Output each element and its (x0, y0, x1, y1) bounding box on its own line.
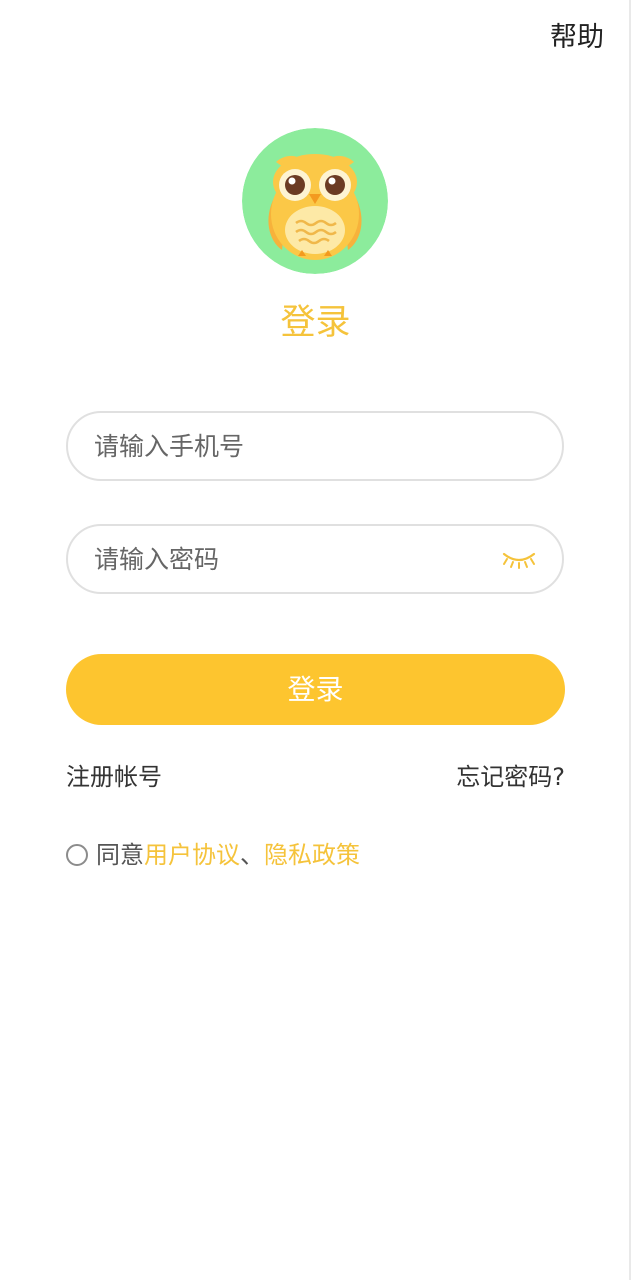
forgot-password-link[interactable]: 忘记密码? (456, 760, 565, 794)
password-field (66, 524, 564, 594)
phone-field (66, 411, 564, 481)
owl-icon (242, 128, 388, 274)
help-link[interactable]: 帮助 (550, 18, 604, 58)
agreement-separator: 、 (240, 841, 264, 869)
page-title: 登录 (280, 303, 351, 343)
agreement-row: 同意 用户协议 、 隐私政策 (66, 838, 360, 872)
privacy-policy-link[interactable]: 隐私政策 (264, 838, 360, 872)
app-logo (242, 128, 388, 274)
register-link[interactable]: 注册帐号 (66, 760, 162, 794)
password-input[interactable] (94, 526, 484, 592)
eye-closed-icon[interactable] (502, 548, 536, 570)
user-agreement-link[interactable]: 用户协议 (144, 838, 240, 872)
agree-prefix: 同意 (96, 841, 144, 869)
agree-radio[interactable] (66, 844, 88, 866)
login-button[interactable]: 登录 (66, 654, 565, 725)
phone-input[interactable] (94, 413, 484, 479)
